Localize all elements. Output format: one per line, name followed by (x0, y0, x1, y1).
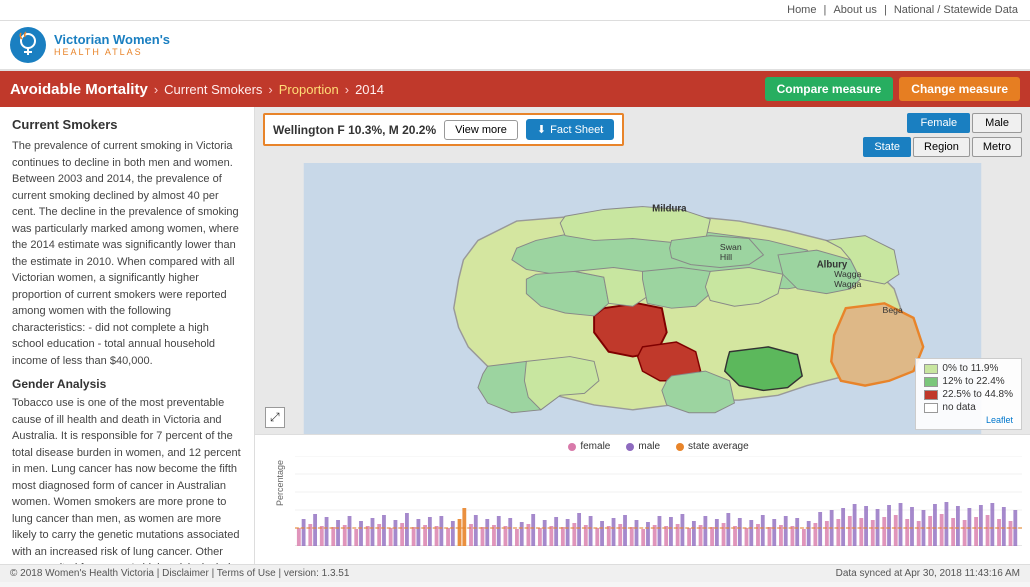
chart-legend: female male state average (295, 441, 1022, 452)
state-avg-dot (676, 443, 684, 451)
nav-home[interactable]: Home (787, 4, 816, 16)
leaflet-credit: Leaflet (924, 415, 1013, 425)
legend-color-2 (924, 377, 938, 387)
breadcrumb-bar: Avoidable Mortality › Current Smokers › … (0, 71, 1030, 107)
legend-label-1: 0% to 11.9% (942, 363, 998, 374)
svg-text:Wagga: Wagga (834, 279, 861, 289)
svg-text:Mildura: Mildura (652, 203, 687, 214)
fact-sheet-button[interactable]: ⬇ Fact Sheet (526, 119, 614, 140)
footer-right: Data synced at Apr 30, 2018 11:43:16 AM (836, 568, 1020, 579)
male-dot (626, 443, 634, 451)
state-avg-label: state average (688, 441, 749, 452)
map-svg: Mildura Swan Hill Albury Wagga Wagga Beg… (259, 163, 1026, 434)
map-container: Mildura Swan Hill Albury Wagga Wagga Beg… (259, 163, 1026, 434)
legend-male: male (626, 441, 660, 452)
female-label: female (580, 441, 610, 452)
section1-text: The prevalence of current smoking in Vic… (12, 138, 242, 369)
logo-icon (10, 27, 46, 63)
breadcrumb-smokers[interactable]: Current Smokers (164, 82, 262, 97)
legend-state-avg: state average (676, 441, 749, 452)
location-text: Wellington F 10.3%, M 20.2% (273, 123, 436, 137)
chart-svg: 0% 10% 20% 30% 40% 45% (295, 456, 1022, 546)
legend-color-1 (924, 364, 938, 374)
footer-left: © 2018 Women's Health Victoria | Disclai… (10, 568, 349, 579)
logo-line1: Victorian Women's (54, 32, 170, 48)
logo: Victorian Women's HEALTH ATLAS (10, 27, 170, 63)
gender-controls: Female Male State Region Metro (863, 113, 1022, 157)
svg-text:Swan: Swan (720, 242, 742, 252)
map-legend: 0% to 11.9% 12% to 22.4% 22.5% to 44.8% … (915, 358, 1022, 430)
section2-title: Gender Analysis (12, 377, 242, 391)
nav-about[interactable]: About us (833, 4, 876, 16)
female-button[interactable]: Female (907, 113, 970, 133)
legend-item-3: 22.5% to 44.8% (924, 389, 1013, 400)
top-nav: Home | About us | National / Statewide D… (0, 0, 1030, 21)
legend-item-4: no data (924, 402, 1013, 413)
y-axis-label: Percentage (275, 460, 285, 506)
svg-text:Bega: Bega (883, 305, 903, 315)
legend-label-4: no data (942, 402, 975, 413)
breadcrumb-buttons: Compare measure Change measure (765, 77, 1020, 101)
male-button[interactable]: Male (972, 113, 1022, 133)
state-button[interactable]: State (863, 137, 911, 157)
section2-text: Tobacco use is one of the most preventab… (12, 395, 242, 564)
breadcrumb-year[interactable]: 2014 (355, 82, 384, 97)
logo-bar: Victorian Women's HEALTH ATLAS (0, 21, 1030, 71)
legend-label-2: 12% to 22.4% (942, 376, 1004, 387)
legend-female: female (568, 441, 610, 452)
gender-row: Female Male (907, 113, 1022, 133)
nav-national[interactable]: National / Statewide Data (894, 4, 1018, 16)
chart-area: female male state average Percentage (255, 434, 1030, 564)
region-row: State Region Metro (863, 137, 1022, 157)
female-dot (568, 443, 576, 451)
expand-icon[interactable]: ⤢ (265, 407, 285, 428)
legend-item-2: 12% to 22.4% (924, 376, 1013, 387)
logo-text: Victorian Women's HEALTH ATLAS (54, 32, 170, 58)
section1-title: Current Smokers (12, 117, 242, 132)
page-title: Avoidable Mortality (10, 81, 148, 98)
compare-measure-button[interactable]: Compare measure (765, 77, 894, 101)
metro-button[interactable]: Metro (972, 137, 1022, 157)
breadcrumb: Avoidable Mortality › Current Smokers › … (10, 81, 384, 98)
change-measure-button[interactable]: Change measure (899, 77, 1020, 101)
view-more-button[interactable]: View more (444, 120, 518, 140)
svg-text:Hill: Hill (720, 252, 732, 262)
breadcrumb-proportion[interactable]: Proportion (279, 82, 339, 97)
location-box: Wellington F 10.3%, M 20.2% View more ⬇ … (263, 113, 624, 146)
chart-canvas: Percentage 0% 10% 20% 30% 40% 45 (295, 456, 1022, 546)
male-label: male (638, 441, 660, 452)
svg-text:Wagga: Wagga (834, 269, 861, 279)
legend-item-1: 0% to 11.9% (924, 363, 1013, 374)
region-button[interactable]: Region (913, 137, 970, 157)
legend-color-3 (924, 390, 938, 400)
right-panel: Wellington F 10.3%, M 20.2% View more ⬇ … (255, 107, 1030, 564)
footer: © 2018 Women's Health Victoria | Disclai… (0, 564, 1030, 582)
map-top-controls: Wellington F 10.3%, M 20.2% View more ⬇ … (255, 107, 1030, 163)
logo-line2: HEALTH ATLAS (54, 47, 170, 58)
left-panel: Current Smokers The prevalence of curren… (0, 107, 255, 564)
legend-label-3: 22.5% to 44.8% (942, 389, 1013, 400)
main-layout: Current Smokers The prevalence of curren… (0, 107, 1030, 564)
legend-color-4 (924, 403, 938, 413)
download-icon: ⬇ (537, 123, 546, 136)
